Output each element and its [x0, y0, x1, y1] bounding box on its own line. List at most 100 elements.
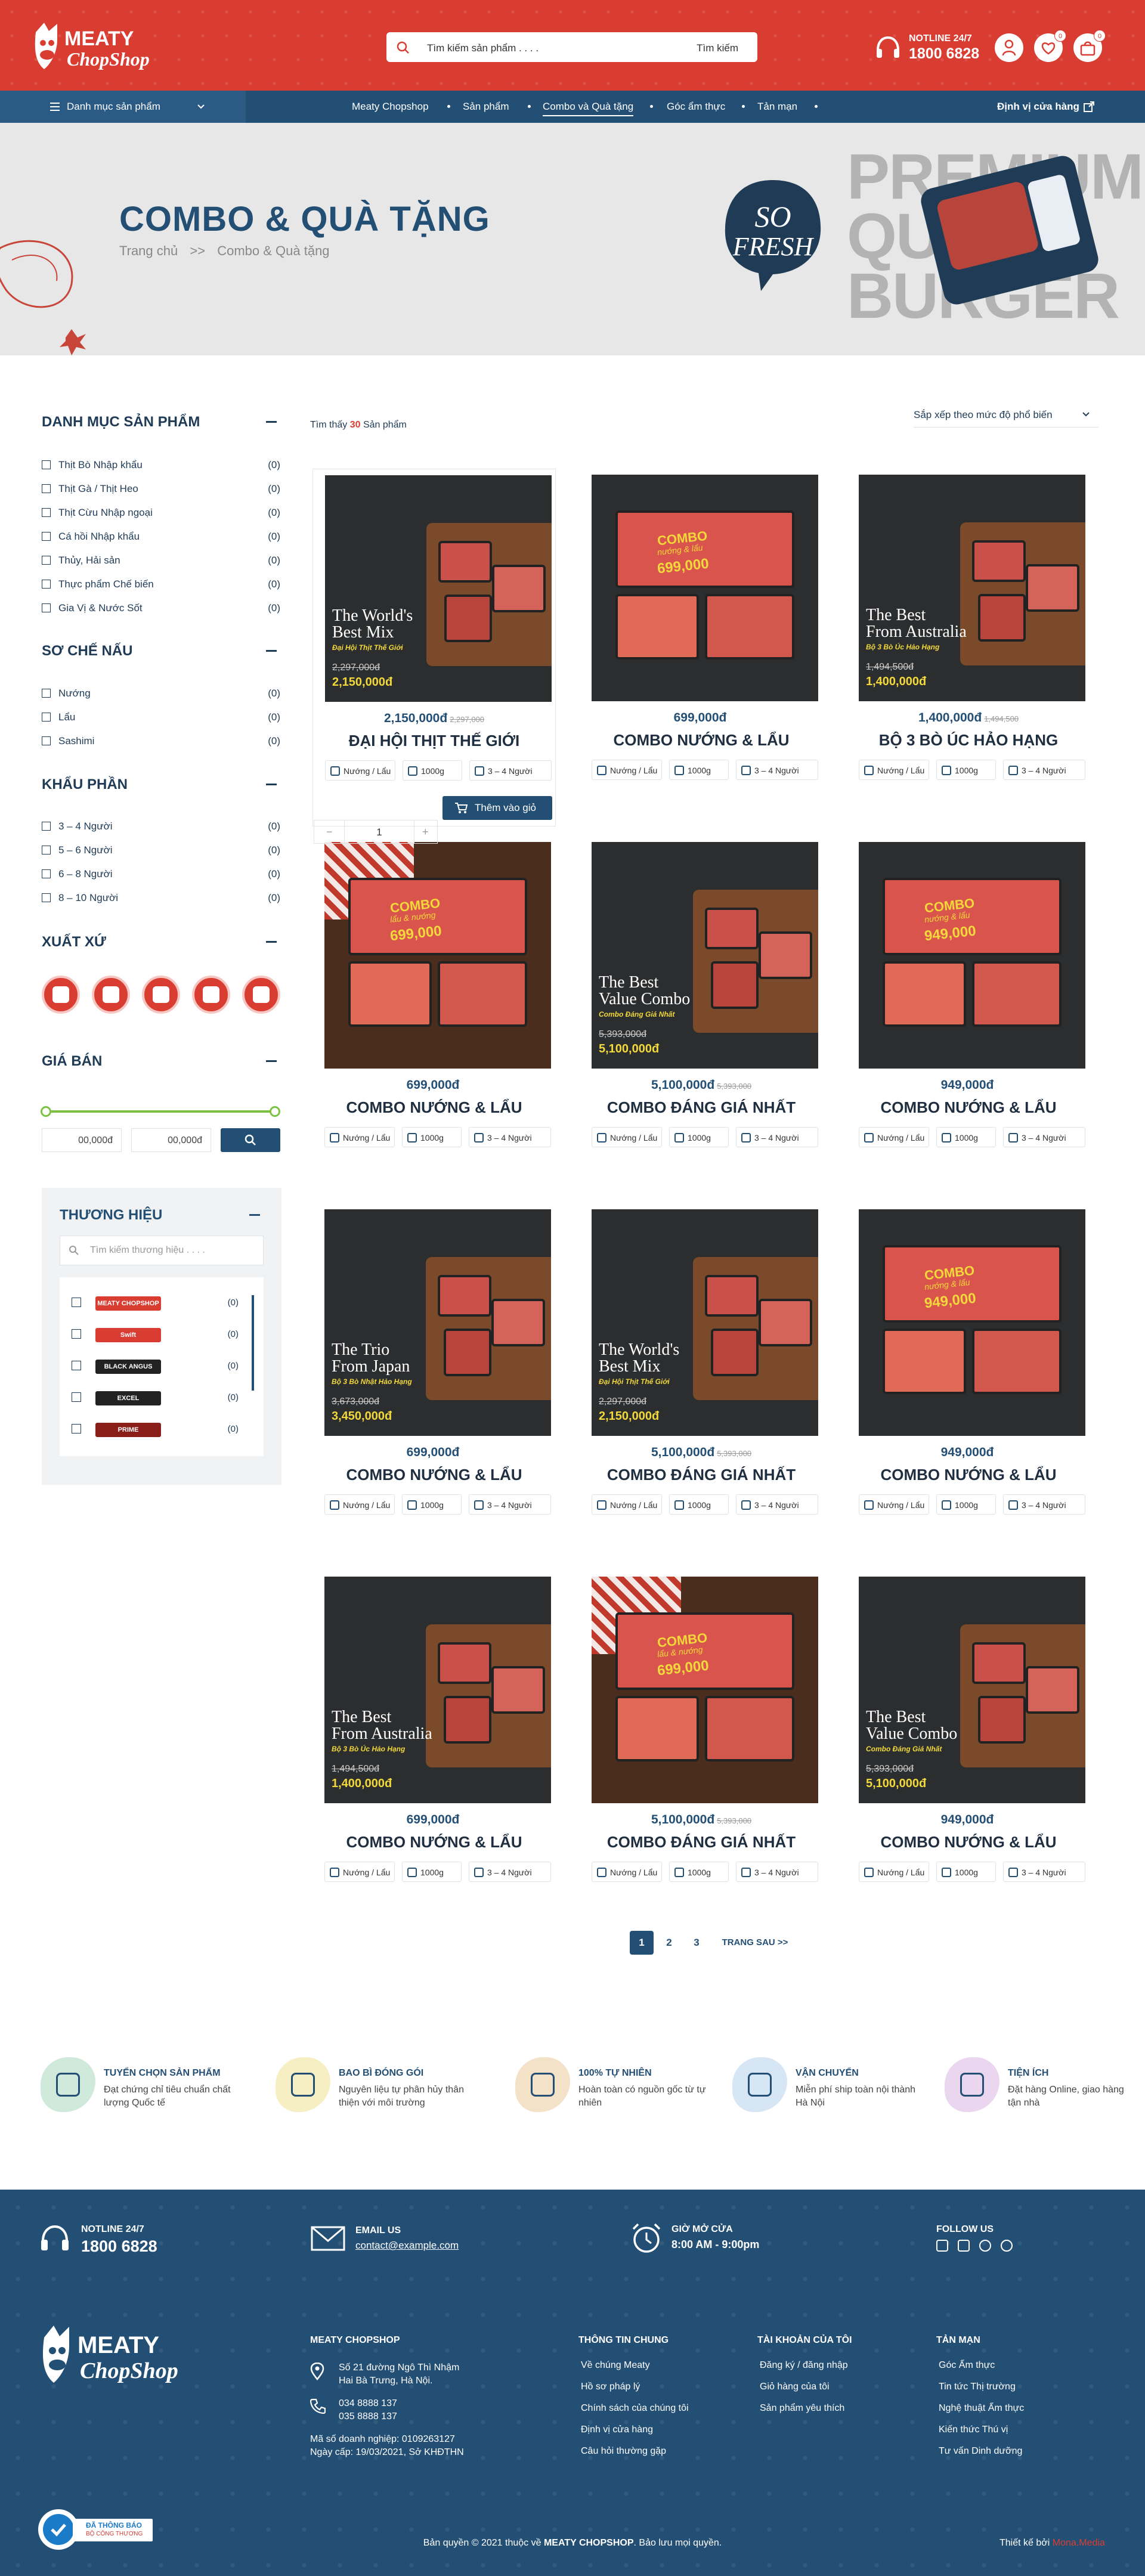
add-to-cart-button[interactable]: Thêm vào giỏ: [442, 796, 552, 820]
product-image[interactable]: The Best Value Combo Combo Đáng Giá Nhất 5,…: [859, 1577, 1085, 1803]
brand-filter-item[interactable]: Swift (0): [72, 1326, 239, 1343]
product-card[interactable]: COMBO nướng & lẩu 949,000 949,000đ COMBO NƯỚ…: [847, 1209, 1090, 1591]
footer-logo[interactable]: MEATY ChopShop: [38, 2322, 217, 2388]
checkbox[interactable]: [72, 1329, 81, 1339]
canada-flag-icon[interactable]: [92, 976, 130, 1014]
nav-item-combo-gifts[interactable]: Combo và Quà tặng: [543, 101, 634, 116]
canada-flag-icon[interactable]: [192, 976, 230, 1014]
instagram-icon[interactable]: [936, 2240, 948, 2252]
product-card[interactable]: COMBO lẩu & nướng 699,000 5,100,000đ 5,393,0…: [580, 1577, 823, 1958]
product-card[interactable]: The Best Value Combo Combo Đáng Giá Nhất 5,…: [847, 1577, 1090, 1958]
footer-hotline-number[interactable]: 1800 6828: [81, 2237, 157, 2256]
canada-flag-icon[interactable]: [242, 976, 280, 1014]
account-button[interactable]: [995, 33, 1023, 62]
facebook-icon[interactable]: [958, 2240, 970, 2252]
product-name[interactable]: COMBO ĐÁNG GIÁ NHẤT: [580, 1833, 823, 1852]
canada-flag-icon[interactable]: [142, 976, 180, 1014]
product-image[interactable]: The Trio From Japan Bộ 3 Bò Nhật Hảo Hạng 3…: [324, 1209, 551, 1436]
canada-flag-icon[interactable]: [42, 976, 80, 1014]
nav-item-products[interactable]: Sản phẩm: [463, 101, 509, 113]
collapse-icon[interactable]: [266, 1060, 277, 1062]
category-menu-button[interactable]: Danh mục sản phẩm: [0, 91, 246, 123]
brand-list-scrollbar[interactable]: [252, 1295, 254, 1391]
footer-link[interactable]: Góc Ẩm thực: [939, 2360, 995, 2371]
brand-filter-item[interactable]: BLACK ANGUS (0): [72, 1357, 239, 1375]
product-name[interactable]: BỘ 3 BÒ ÚC HẢO HẠNG: [847, 731, 1090, 750]
product-image[interactable]: The World's Best Mix Đại Hội Thịt Thế Giới…: [325, 475, 552, 702]
wishlist-button[interactable]: 0: [1034, 30, 1066, 62]
product-image[interactable]: The Best Value Combo Combo Đáng Giá Nhất 5,…: [592, 842, 818, 1069]
qty-input[interactable]: 1: [345, 820, 414, 844]
product-card[interactable]: COMBO lẩu & nướng 699,000 699,000đ COMBO NƯỚ…: [312, 842, 556, 1224]
checkbox[interactable]: [42, 508, 51, 517]
page-2-button[interactable]: 2: [657, 1931, 681, 1955]
footer-link[interactable]: Kiến thức Thú vị: [939, 2425, 1008, 2435]
sort-dropdown[interactable]: Sắp xếp theo mức độ phổ biến: [914, 409, 1098, 433]
brand-filter-item[interactable]: EXCEL (0): [72, 1389, 239, 1407]
price-min-input[interactable]: 00,000đ: [42, 1128, 122, 1152]
price-max-input[interactable]: 00,000đ: [131, 1128, 211, 1152]
footer-link[interactable]: Về chúng Meaty: [581, 2360, 650, 2371]
footer-link[interactable]: Đăng ký / đăng nhập: [760, 2360, 848, 2371]
product-image[interactable]: The Best From Australia Bộ 3 Bò Úc Hảo Hạn…: [324, 1577, 551, 1803]
qty-plus-button[interactable]: +: [414, 820, 438, 844]
product-name[interactable]: COMBO NƯỚNG & LẨU: [312, 1098, 556, 1117]
checkbox[interactable]: [72, 1392, 81, 1402]
collapse-icon[interactable]: [266, 421, 277, 423]
designer-link[interactable]: Mona.Media: [1053, 2538, 1105, 2548]
product-image[interactable]: COMBO nướng & lẩu 949,000: [859, 842, 1085, 1069]
checkbox[interactable]: [42, 484, 51, 493]
nav-item-blog[interactable]: Tản mạn: [757, 101, 797, 113]
product-name[interactable]: COMBO NƯỚNG & LẨU: [847, 1466, 1090, 1484]
store-locator-link[interactable]: Định vị cửa hàng: [997, 101, 1079, 113]
price-range-slider[interactable]: [45, 1110, 278, 1113]
hotline[interactable]: NOTLINE 24/7 1800 6828: [874, 31, 982, 64]
cart-button[interactable]: 0: [1073, 30, 1106, 62]
product-name[interactable]: COMBO ĐÁNG GIÁ NHẤT: [580, 1098, 823, 1117]
product-name[interactable]: COMBO ĐÁNG GIÁ NHẤT: [580, 1466, 823, 1484]
checkbox[interactable]: [42, 460, 51, 469]
product-card[interactable]: The Best From Australia Bộ 3 Bò Úc Hảo Hạn…: [312, 1577, 556, 1958]
collapse-icon[interactable]: [266, 941, 277, 943]
price-filter-button[interactable]: [221, 1128, 280, 1152]
collapse-icon[interactable]: [266, 784, 277, 785]
checkbox[interactable]: [42, 713, 51, 722]
product-card[interactable]: The Best From Australia Bộ 3 Bò Úc Hảo Hạn…: [847, 475, 1090, 856]
footer-link[interactable]: Tin tức Thị trường: [939, 2382, 1016, 2392]
footer-link[interactable]: Định vị cửa hàng: [581, 2425, 653, 2435]
brand-filter-item[interactable]: PRIME (0): [72, 1420, 239, 1438]
product-name[interactable]: COMBO NƯỚNG & LẨU: [847, 1098, 1090, 1117]
qty-minus-button[interactable]: −: [314, 820, 345, 844]
collapse-icon[interactable]: [249, 1214, 260, 1216]
footer-email-link[interactable]: contact@example.com: [355, 2240, 459, 2252]
product-name[interactable]: ĐẠI HỘI THỊT THẾ GIỚI: [313, 732, 555, 750]
price-slider-min-handle[interactable]: [41, 1106, 51, 1117]
footer-link[interactable]: Chính sách của chúng tôi: [581, 2403, 689, 2414]
footer-phone-2[interactable]: 035 8888 137: [339, 2411, 397, 2422]
brand-search-input[interactable]: Tìm kiếm thương hiệu . . . .: [60, 1236, 264, 1265]
product-name[interactable]: COMBO NƯỚNG & LẨU: [580, 731, 823, 750]
checkbox[interactable]: [72, 1424, 81, 1433]
product-name[interactable]: COMBO NƯỚNG & LẨU: [312, 1466, 556, 1484]
price-slider-max-handle[interactable]: [270, 1106, 280, 1117]
checkbox[interactable]: [42, 822, 51, 831]
product-image[interactable]: COMBO nướng & lẩu 699,000: [592, 475, 818, 701]
checkbox[interactable]: [42, 869, 51, 878]
product-card[interactable]: The World's Best Mix Đại Hội Thịt Thế Giới…: [312, 469, 556, 826]
product-name[interactable]: COMBO NƯỚNG & LẨU: [312, 1833, 556, 1852]
product-card[interactable]: COMBO nướng & lẩu 949,000 949,000đ COMBO NƯỚ…: [847, 842, 1090, 1224]
footer-link[interactable]: Sản phẩm yêu thích: [760, 2403, 844, 2414]
product-image[interactable]: COMBO lẩu & nướng 699,000: [324, 842, 551, 1069]
checkbox[interactable]: [42, 603, 51, 612]
footer-link[interactable]: Tư vấn Dinh dưỡng: [939, 2446, 1022, 2457]
product-card[interactable]: The Best Value Combo Combo Đáng Giá Nhất 5,…: [580, 842, 823, 1224]
brand-filter-item[interactable]: MEATY CHOPSHOP (0): [72, 1294, 239, 1312]
checkbox[interactable]: [42, 689, 51, 698]
product-image[interactable]: The World's Best Mix Đại Hội Thịt Thế Giới…: [592, 1209, 818, 1436]
page-3-button[interactable]: 3: [685, 1931, 708, 1955]
product-card[interactable]: The World's Best Mix Đại Hội Thịt Thế Giới…: [580, 1209, 823, 1591]
product-card[interactable]: The Trio From Japan Bộ 3 Bò Nhật Hảo Hạng 3…: [312, 1209, 556, 1591]
checkbox[interactable]: [42, 580, 51, 589]
next-page-button[interactable]: TRANG SAU >>: [713, 1931, 797, 1955]
product-image[interactable]: COMBO lẩu & nướng 699,000: [592, 1577, 818, 1803]
